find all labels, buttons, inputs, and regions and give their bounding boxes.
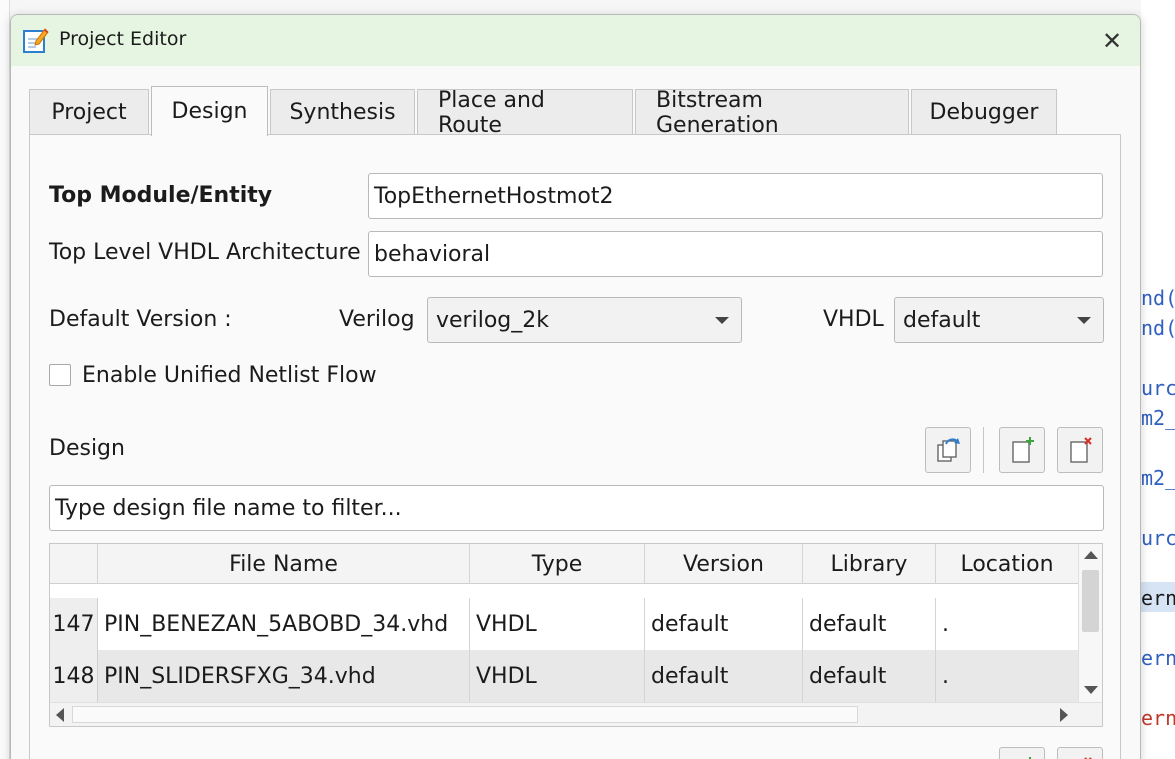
cell-version: default — [645, 650, 803, 702]
table-row[interactable]: 147 PIN_BENEZAN_5ABOBD_34.vhd VHDL defau… — [50, 598, 1078, 650]
column-header-location[interactable]: Location — [936, 544, 1078, 584]
horizontal-scroll-thumb[interactable] — [72, 706, 858, 723]
verilog-label: Verilog — [339, 307, 415, 332]
top-module-label: Top Module/Entity — [49, 183, 273, 208]
column-header-version[interactable]: Version — [645, 544, 803, 584]
top-module-field[interactable]: TopEthernetHostmot2 — [368, 173, 1103, 219]
add-file-icon — [1012, 437, 1034, 463]
code-fragment: nd( — [1141, 286, 1175, 310]
code-fragment: m2_ — [1141, 466, 1175, 490]
architecture-label: Top Level VHDL Architecture — [49, 240, 361, 265]
tab-place-and-route[interactable]: Place and Route — [417, 88, 633, 138]
add-constraint-button[interactable] — [999, 747, 1045, 759]
project-editor-dialog: Project Editor ✕ Project Design Synthesi… — [10, 14, 1141, 759]
chevron-down-icon — [715, 317, 729, 324]
vhdl-version-select[interactable]: default — [894, 297, 1104, 343]
refresh-files-icon — [937, 438, 960, 462]
tab-synthesis[interactable]: Synthesis — [270, 89, 415, 135]
architecture-field[interactable]: behavioral — [368, 231, 1103, 277]
design-section-label: Design — [49, 436, 125, 461]
horizontal-scrollbar[interactable] — [50, 702, 1102, 726]
tab-debugger[interactable]: Debugger — [911, 89, 1057, 135]
verilog-version-select[interactable]: verilog_2k — [427, 297, 742, 343]
cell-type: VHDL — [470, 598, 645, 650]
chevron-down-icon — [1077, 317, 1091, 324]
project-editor-icon — [23, 28, 49, 53]
cell-location: . — [942, 663, 949, 689]
cell-file-name: PIN_BENEZAN_5ABOBD_34.vhd — [98, 598, 470, 650]
close-button[interactable]: ✕ — [1098, 27, 1126, 55]
cell-library: default — [803, 598, 936, 650]
code-fragment: m2_ — [1141, 406, 1175, 430]
remove-file-button[interactable] — [1057, 427, 1103, 473]
refresh-files-button[interactable] — [925, 427, 971, 473]
scroll-up-icon[interactable] — [1084, 551, 1098, 559]
row-number: 147 — [50, 598, 98, 650]
tab-design[interactable]: Design — [151, 86, 268, 136]
vertical-scroll-thumb[interactable] — [1082, 570, 1099, 632]
cell-library: default — [803, 650, 936, 702]
vertical-scrollbar[interactable] — [1078, 544, 1102, 702]
remove-constraint-button[interactable] — [1057, 747, 1103, 759]
unified-netlist-checkbox[interactable] — [49, 364, 71, 386]
code-fragment: urc — [1141, 376, 1175, 400]
cell-location: . — [942, 611, 949, 637]
table-row[interactable]: 148 PIN_SLIDERSFXG_34.vhd VHDL default d… — [50, 650, 1078, 702]
cell-type: VHDL — [470, 650, 645, 702]
design-filter-input[interactable]: Type design file name to filter... — [49, 485, 1104, 531]
row-number: 148 — [50, 650, 98, 702]
background-left-strip — [0, 0, 10, 759]
window-title: Project Editor — [59, 28, 187, 50]
scroll-left-icon[interactable] — [56, 708, 64, 722]
unified-netlist-label[interactable]: Enable Unified Netlist Flow — [82, 363, 377, 388]
code-fragment: urc — [1141, 526, 1175, 550]
design-files-table: File Name Type Version Library Location … — [49, 543, 1103, 727]
code-fragment: nd( — [1141, 316, 1175, 340]
cell-file-name: PIN_SLIDERSFXG_34.vhd — [98, 650, 470, 702]
row-number-header — [50, 544, 98, 584]
vhdl-version-value: default — [903, 307, 981, 333]
column-header-type[interactable]: Type — [470, 544, 645, 584]
code-fragment: ern — [1141, 586, 1175, 610]
toolbar-separator — [983, 427, 984, 473]
code-fragment: ern — [1141, 646, 1175, 670]
vhdl-label: VHDL — [823, 307, 884, 332]
column-header-library[interactable]: Library — [803, 544, 936, 584]
scroll-right-icon[interactable] — [1060, 708, 1068, 722]
remove-file-icon — [1070, 437, 1092, 463]
default-version-label: Default Version : — [49, 307, 232, 332]
code-fragment: ern — [1141, 706, 1175, 730]
table-header: File Name Type Version Library Location — [50, 544, 1078, 584]
tab-bar: Project Design Synthesis Place and Route… — [29, 85, 1059, 138]
title-bar[interactable]: Project Editor ✕ — [11, 15, 1140, 66]
column-header-file-name[interactable]: File Name — [98, 544, 470, 584]
tab-project[interactable]: Project — [29, 89, 149, 135]
verilog-version-value: verilog_2k — [436, 307, 549, 333]
close-icon: ✕ — [1101, 27, 1123, 55]
tab-bitstream-generation[interactable]: Bitstream Generation — [635, 88, 909, 138]
background-code-editor: nd( nd( urc m2_ m2_ urc ern ern ern — [1141, 0, 1175, 759]
add-file-button[interactable] — [999, 427, 1045, 473]
scroll-down-icon[interactable] — [1084, 686, 1098, 694]
cell-version: default — [645, 598, 803, 650]
